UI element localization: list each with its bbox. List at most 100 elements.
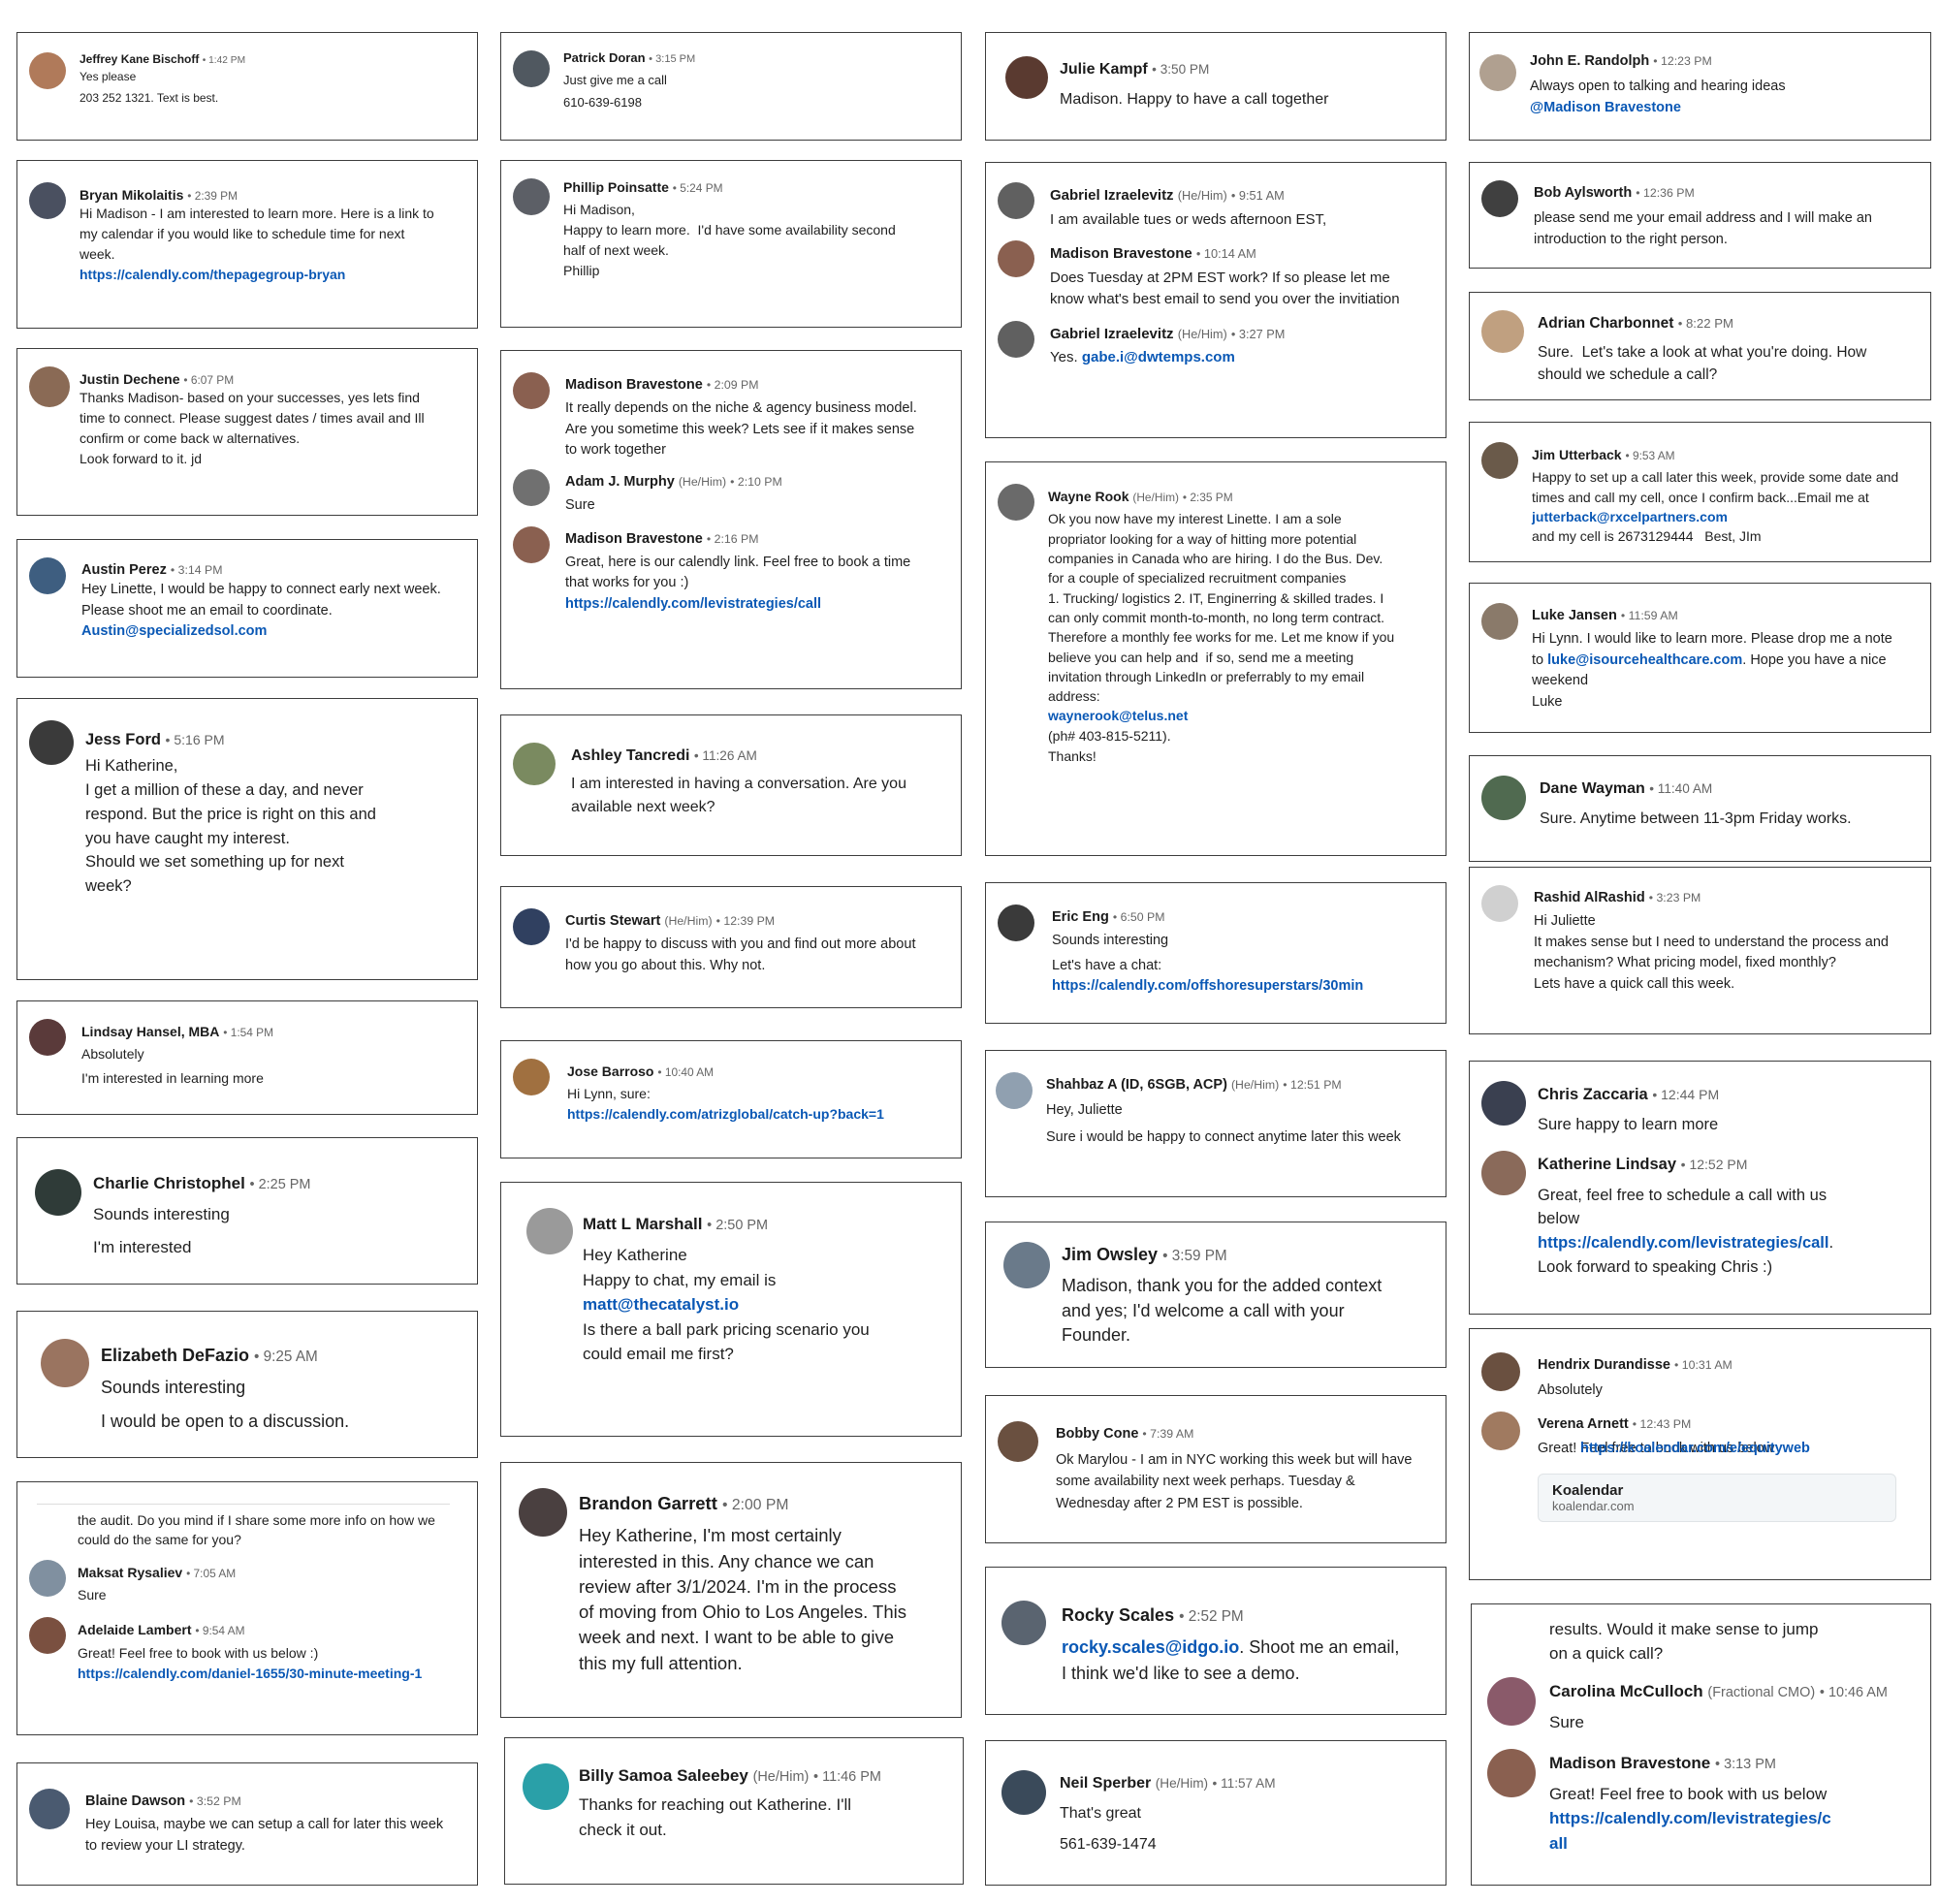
avatar[interactable] xyxy=(1481,1411,1520,1450)
sender-name[interactable]: Julie Kampf xyxy=(1060,61,1148,78)
avatar[interactable] xyxy=(41,1339,89,1387)
avatar[interactable] xyxy=(29,52,66,89)
sender-name[interactable]: Madison Bravestone xyxy=(1549,1754,1710,1772)
sender-name[interactable]: Madison Bravestone xyxy=(565,377,703,393)
sender-name[interactable]: Verena Arnett xyxy=(1538,1416,1629,1432)
sender-name[interactable]: Phillip Poinsatte xyxy=(563,179,669,195)
avatar[interactable] xyxy=(1481,776,1526,820)
email-link[interactable]: waynerook@telus.net xyxy=(1048,706,1438,726)
sender-name[interactable]: Matt L Marshall xyxy=(583,1215,702,1233)
sender-name[interactable]: Jim Utterback xyxy=(1532,447,1622,462)
email-link[interactable]: Austin@specializedsol.com xyxy=(81,621,469,643)
sender-name[interactable]: Madison Bravestone xyxy=(1050,245,1192,262)
avatar[interactable] xyxy=(513,469,550,507)
avatar[interactable] xyxy=(1005,56,1048,99)
avatar[interactable] xyxy=(1481,1151,1526,1196)
sender-name[interactable]: Eric Eng xyxy=(1052,909,1109,925)
sender-name[interactable]: Ashley Tancredi xyxy=(571,747,689,764)
email-link[interactable]: gabe.i@dwtemps.com xyxy=(1082,349,1235,365)
sender-name[interactable]: Justin Dechene xyxy=(79,371,179,387)
sender-name[interactable]: Elizabeth DeFazio xyxy=(101,1346,249,1365)
avatar[interactable] xyxy=(523,1763,569,1810)
avatar[interactable] xyxy=(1487,1748,1536,1797)
sender-name[interactable]: Gabriel Izraelevitz xyxy=(1050,326,1174,342)
sender-name[interactable]: Lindsay Hansel, MBA xyxy=(81,1024,219,1039)
avatar[interactable] xyxy=(996,1072,1033,1109)
link-preview-card[interactable]: Koalendar koalendar.com xyxy=(1538,1473,1896,1522)
sender-name[interactable]: Curtis Stewart xyxy=(565,913,660,929)
calendar-link[interactable]: https://calendly.com/atrizglobal/catch-u… xyxy=(567,1104,953,1125)
sender-name[interactable]: Adam J. Murphy xyxy=(565,474,675,490)
avatar[interactable] xyxy=(29,557,66,594)
sender-name[interactable]: Gabriel Izraelevitz xyxy=(1050,187,1174,204)
calendar-link[interactable]: https://calendly.com/levistrategies/call xyxy=(1549,1806,1840,1856)
sender-name[interactable]: Neil Sperber xyxy=(1060,1775,1151,1792)
sender-name[interactable]: Maksat Rysaliev xyxy=(78,1565,182,1580)
sender-name[interactable]: Bobby Cone xyxy=(1056,1426,1138,1442)
avatar[interactable] xyxy=(513,743,556,785)
avatar[interactable] xyxy=(29,1019,66,1056)
sender-name[interactable]: Rocky Scales xyxy=(1062,1605,1174,1625)
avatar[interactable] xyxy=(526,1208,573,1254)
mention-link[interactable]: @Madison Bravestone xyxy=(1530,98,1923,119)
sender-name[interactable]: Jose Barroso xyxy=(567,1063,653,1079)
avatar[interactable] xyxy=(29,720,74,765)
sender-name[interactable]: Jess Ford xyxy=(85,731,161,748)
calendar-link[interactable]: https://calendly.com/offshoresuperstars/… xyxy=(1052,976,1438,998)
avatar[interactable] xyxy=(998,484,1034,521)
avatar[interactable] xyxy=(1481,442,1518,479)
sender-name[interactable]: Carolina McCulloch xyxy=(1549,1682,1703,1700)
sender-name[interactable]: Charlie Christophel xyxy=(93,1174,245,1192)
calendar-link[interactable]: https://calendly.com/thepagegroup-bryan xyxy=(79,265,469,285)
avatar[interactable] xyxy=(513,178,550,215)
sender-name[interactable]: Hendrix Durandisse xyxy=(1538,1357,1670,1373)
avatar[interactable] xyxy=(1481,180,1518,217)
avatar[interactable] xyxy=(29,1789,70,1829)
avatar[interactable] xyxy=(1003,1242,1050,1288)
avatar[interactable] xyxy=(35,1169,81,1216)
avatar[interactable] xyxy=(513,372,550,409)
sender-name[interactable]: Shahbaz A (ID, 6SGB, ACP) xyxy=(1046,1077,1227,1093)
avatar[interactable] xyxy=(998,182,1034,219)
avatar[interactable] xyxy=(998,1421,1038,1462)
avatar[interactable] xyxy=(29,182,66,219)
avatar[interactable] xyxy=(519,1488,567,1537)
avatar[interactable] xyxy=(513,1059,550,1095)
sender-name[interactable]: Austin Perez xyxy=(81,562,167,578)
avatar[interactable] xyxy=(1481,1081,1526,1126)
avatar[interactable] xyxy=(29,1617,66,1655)
avatar[interactable] xyxy=(1001,1770,1046,1815)
sender-name[interactable]: Jeffrey Kane Bischoff xyxy=(79,52,199,66)
avatar[interactable] xyxy=(998,240,1034,277)
avatar[interactable] xyxy=(1481,310,1524,353)
avatar[interactable] xyxy=(1001,1601,1046,1645)
sender-name[interactable]: Luke Jansen xyxy=(1532,608,1617,623)
avatar[interactable] xyxy=(513,525,550,563)
sender-name[interactable]: Dane Wayman xyxy=(1540,780,1645,797)
email-link[interactable]: matt@thecatalyst.io xyxy=(583,1292,953,1317)
avatar[interactable] xyxy=(29,1559,66,1597)
sender-name[interactable]: Madison Bravestone xyxy=(565,531,703,547)
avatar[interactable] xyxy=(1481,885,1518,922)
calendar-link[interactable]: https://calendly.com/daniel-1655/30-minu… xyxy=(78,1664,469,1684)
avatar[interactable] xyxy=(1487,1677,1536,1727)
avatar[interactable] xyxy=(29,366,70,407)
calendar-link[interactable]: https://koalendar.com/e/equityweb xyxy=(1580,1439,1923,1460)
avatar[interactable] xyxy=(1481,603,1518,640)
avatar[interactable] xyxy=(998,320,1034,358)
email-link[interactable]: jutterback@rxcelpartners.com xyxy=(1532,509,1728,524)
sender-name[interactable]: Patrick Doran xyxy=(563,50,646,65)
avatar[interactable] xyxy=(1479,54,1516,91)
sender-name[interactable]: Billy Samoa Saleebey xyxy=(579,1766,748,1785)
sender-name[interactable]: Adelaide Lambert xyxy=(78,1622,191,1637)
sender-name[interactable]: Blaine Dawson xyxy=(85,1793,185,1809)
avatar[interactable] xyxy=(513,50,550,87)
email-link[interactable]: luke@isourcehealthcare.com xyxy=(1547,652,1742,668)
sender-name[interactable]: Bob Aylsworth xyxy=(1534,185,1632,201)
avatar[interactable] xyxy=(998,904,1034,941)
sender-name[interactable]: John E. Randolph xyxy=(1530,53,1649,69)
sender-name[interactable]: Brandon Garrett xyxy=(579,1493,717,1513)
sender-name[interactable]: Bryan Mikolaitis xyxy=(79,187,183,203)
calendar-link[interactable]: https://calendly.com/levistrategies/call xyxy=(1538,1234,1828,1252)
sender-name[interactable]: Adrian Charbonnet xyxy=(1538,315,1673,332)
